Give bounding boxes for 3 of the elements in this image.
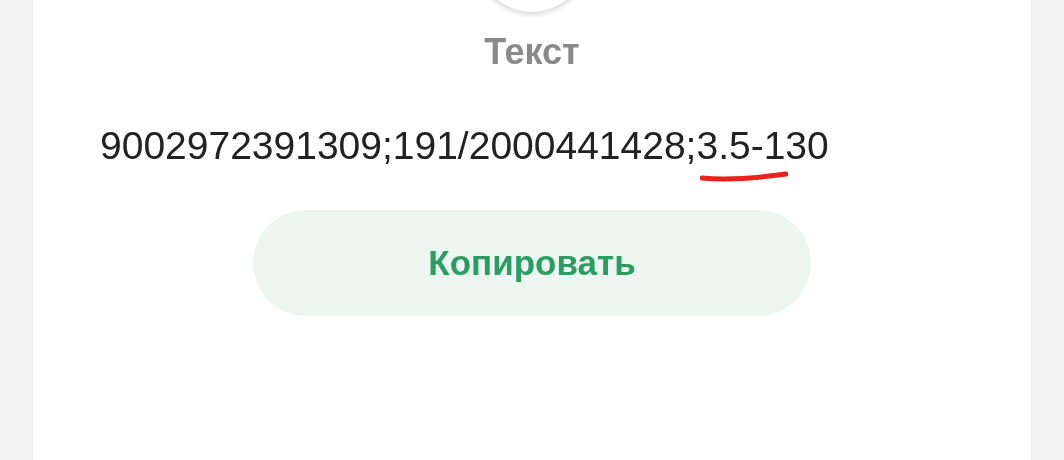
text-content: 9002972391309;191/2000441428;3.5-130 bbox=[100, 123, 829, 170]
dialog-title: Текст bbox=[484, 30, 580, 74]
copy-button[interactable]: Копировать bbox=[253, 210, 811, 316]
